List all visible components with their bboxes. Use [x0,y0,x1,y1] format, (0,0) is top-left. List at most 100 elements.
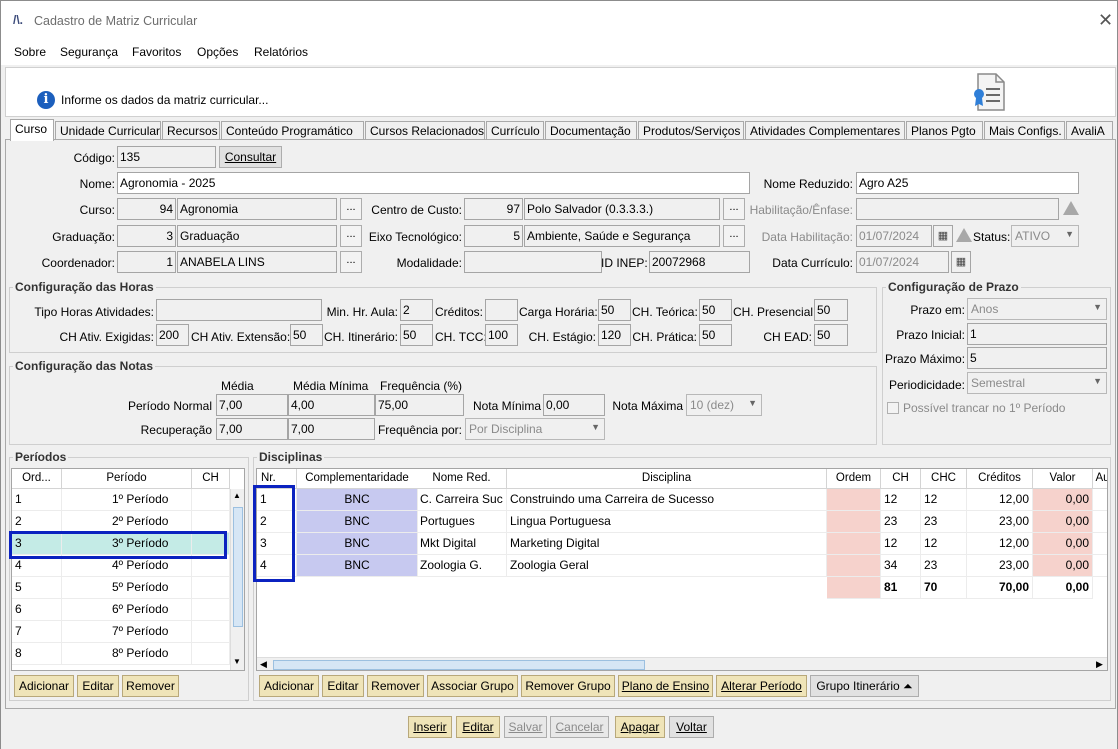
data-habilitacao-field[interactable]: 01/07/2024 [856,225,932,247]
disc-extra-cell[interactable] [1093,533,1107,555]
tab-recursos[interactable]: Recursos [162,121,220,140]
periodicidade-select[interactable]: Semestral ▼ [967,372,1107,394]
periodos-remover-button[interactable]: Remover [122,675,179,697]
disc-complementaridade-cell[interactable]: BNC [297,555,418,577]
disc-ordem-cell[interactable] [827,555,881,577]
periodo-ordem-cell[interactable]: 2 [12,511,62,533]
disc-ordem-cell[interactable] [827,511,881,533]
scroll-left-icon[interactable]: ◀ [260,659,267,670]
periodo-nome-cell[interactable]: 6º Período [62,599,192,621]
disc-chc-cell[interactable]: 23 [921,511,967,533]
disc-valor-cell[interactable]: 0,00 [1033,533,1093,555]
disc-disciplina-cell[interactable]: Marketing Digital [507,533,827,555]
tab-unidade-curricular[interactable]: Unidade Curricular [55,121,161,140]
disc-creditos-cell[interactable]: 23,00 [967,511,1033,533]
ch-ativ-extensao-field[interactable]: 50 [290,324,323,346]
grupo-itinerario-button[interactable]: Grupo Itinerário ⏶ [810,675,919,697]
disc-col-7[interactable]: Créditos [967,469,1033,489]
disc-disciplina-cell[interactable]: Lingua Portuguesa [507,511,827,533]
plano-ensino-button[interactable]: Plano de Ensino [618,675,713,697]
disc-ch-cell[interactable]: 23 [881,511,921,533]
disc-ch-cell[interactable]: 34 [881,555,921,577]
tab-planos-pgto[interactable]: Planos Pgto [906,121,983,140]
graduacao-lookup-button[interactable]: ... [340,225,362,247]
periodo-nome-cell[interactable]: 7º Período [62,621,192,643]
creditos-field[interactable] [485,299,518,321]
min-hr-aula-field[interactable]: 2 [400,299,433,321]
disciplinas-remover-button[interactable]: Remover [367,675,424,697]
prazo-maximo-field[interactable]: 5 [967,347,1107,369]
tipo-horas-field[interactable] [156,299,322,321]
disc-creditos-cell[interactable]: 23,00 [967,555,1033,577]
periodo-nome-cell[interactable]: 8º Período [62,643,192,665]
disc-chc-cell[interactable]: 12 [921,533,967,555]
periodo-ordem-cell[interactable]: 7 [12,621,62,643]
periodo-ch-cell[interactable] [192,643,230,665]
nome-field[interactable]: Agronomia - 2025 [117,172,750,194]
tab-curso[interactable]: Curso [10,119,54,141]
coordenador-id-field[interactable]: 1 [117,251,176,273]
periodo-nome-cell[interactable]: 5º Período [62,577,192,599]
ch-tcc-field[interactable]: 100 [485,324,518,346]
disc-ch-cell[interactable]: 12 [881,489,921,511]
disc-disciplina-cell[interactable]: Zoologia Geral [507,555,827,577]
disc-col-6[interactable]: CHC [921,469,967,489]
remover-grupo-button[interactable]: Remover Grupo [521,675,615,697]
ch-presencial-field[interactable]: 50 [814,299,848,321]
graduacao-id-field[interactable]: 3 [117,225,176,247]
codigo-field[interactable]: 135 [117,146,216,168]
ch-pratica-field[interactable]: 50 [699,324,732,346]
periodo-ordem-cell[interactable]: 6 [12,599,62,621]
disc-complementaridade-cell[interactable]: BNC [297,533,418,555]
menu-relatorios[interactable]: Relatórios [254,45,308,59]
ch-estagio-field[interactable]: 120 [598,324,631,346]
disc-valor-cell[interactable]: 0,00 [1033,511,1093,533]
disc-valor-cell[interactable]: 0,00 [1033,555,1093,577]
tab-atividades-complementares[interactable]: Atividades Complementares [745,121,905,140]
disc-chc-cell[interactable]: 23 [921,555,967,577]
disc-nome-red-cell[interactable]: Zoologia G. [417,555,507,577]
disc-col-4[interactable]: Ordem [827,469,881,489]
menu-opcoes[interactable]: Opções [197,45,238,59]
menu-sobre[interactable]: Sobre [14,45,46,59]
disc-col-5[interactable]: CH [881,469,921,489]
disciplinas-editar-button[interactable]: Editar [322,675,364,697]
cancelar-button[interactable]: Cancelar [550,716,609,738]
inserir-button[interactable]: Inserir [408,716,452,738]
nota-maxima-select[interactable]: 10 (dez) ▼ [686,394,762,416]
disc-disciplina-cell[interactable]: Construindo uma Carreira de Sucesso [507,489,827,511]
trancar-checkbox[interactable] [887,402,899,414]
menu-seguranca[interactable]: Segurança [60,45,118,59]
disc-col-3[interactable]: Disciplina [507,469,827,489]
disc-col-9[interactable]: Au [1093,469,1107,489]
close-icon[interactable]: ✕ [1098,10,1113,31]
disciplinas-hscrollbar[interactable]: ◀ ▶ [257,657,1107,670]
nota-minima-field[interactable]: 0,00 [543,394,605,416]
associar-grupo-button[interactable]: Associar Grupo [427,675,518,697]
ch-ativ-exigidas-field[interactable]: 200 [156,324,189,346]
disciplinas-adicionar-button[interactable]: Adicionar [259,675,319,697]
periodo-ordem-cell[interactable]: 1 [12,489,62,511]
inep-field[interactable]: 20072968 [649,251,750,273]
apagar-button[interactable]: Apagar [615,716,665,738]
disc-extra-cell[interactable] [1093,489,1107,511]
disc-extra-cell[interactable] [1093,555,1107,577]
scroll-right-icon[interactable]: ▶ [1096,659,1103,670]
data-curriculo-field[interactable]: 01/07/2024 [856,251,949,273]
coordenador-lookup-button[interactable]: ... [340,251,362,273]
tab-mais-configs[interactable]: Mais Configs. [984,121,1065,140]
salvar-button[interactable]: Salvar [504,716,547,738]
prazo-em-select[interactable]: Anos ▼ [967,298,1107,320]
consultar-button[interactable]: Consultar [219,146,282,168]
periodo-normal-media-minima-field[interactable]: 4,00 [288,394,375,416]
scroll-up-icon[interactable]: ▲ [233,491,241,500]
disc-ordem-cell[interactable] [827,533,881,555]
scroll-thumb[interactable] [233,507,243,627]
calendar-icon[interactable]: ▦ [951,251,971,273]
tab-avalia[interactable]: AvaliA [1066,121,1113,140]
disc-complementaridade-cell[interactable]: BNC [297,489,418,511]
tab-cursos-relacionados[interactable]: Cursos Relacionados [365,121,485,140]
voltar-button[interactable]: Voltar [669,716,714,738]
tab-documentacao[interactable]: Documentação [545,121,637,140]
status-select[interactable]: ATIVO ▼ [1011,225,1079,247]
